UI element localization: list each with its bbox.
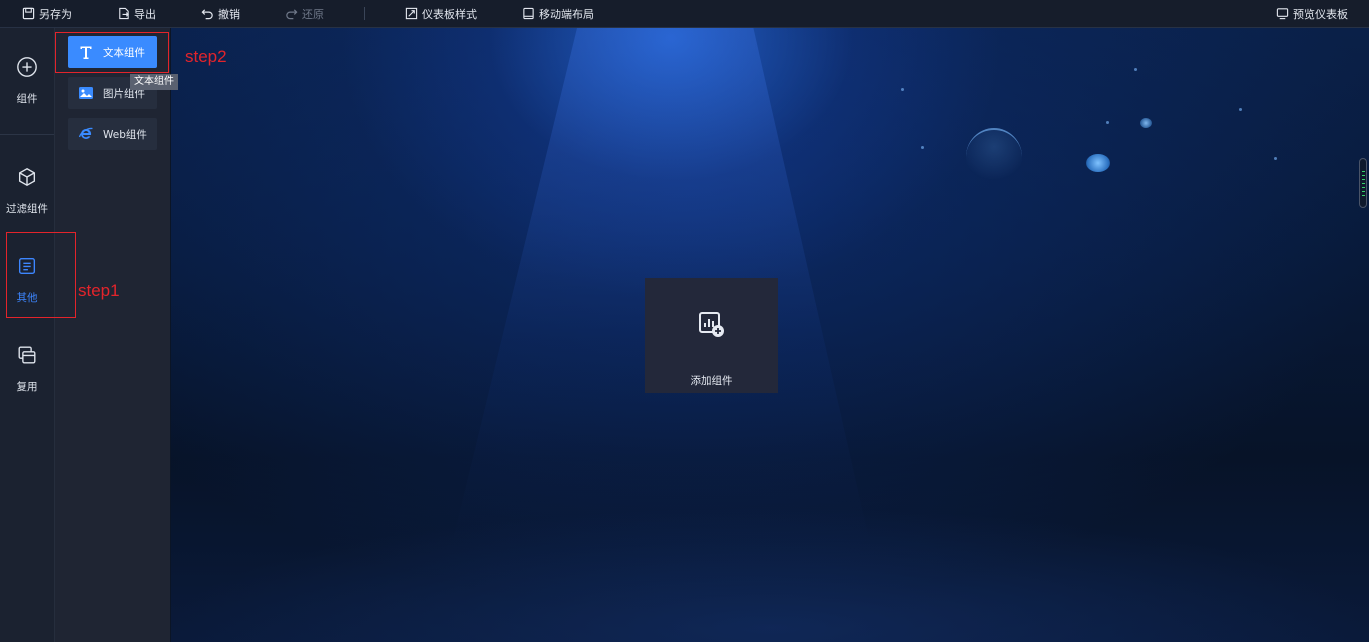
star-dot [1239, 108, 1242, 111]
undo-button[interactable]: 撤销 [201, 0, 240, 27]
rail-divider [0, 134, 54, 135]
mobile-layout-button[interactable]: 移动端布局 [522, 0, 594, 27]
monitor-icon [1276, 8, 1289, 20]
layers-icon [18, 346, 36, 364]
cube-icon [18, 167, 36, 187]
star-dot [1134, 68, 1137, 71]
left-rail: 组件 过滤组件 其他 复用 [0, 28, 55, 642]
dashboard-style-label: 仪表板样式 [422, 7, 477, 21]
save-as-button[interactable]: 另存为 [22, 0, 72, 27]
web-browser-icon [78, 126, 94, 142]
web-component-label: Web组件 [103, 128, 147, 141]
rail-label-filter-components: 过滤组件 [6, 203, 48, 215]
step1-highlight-box [6, 232, 76, 318]
image-icon [78, 85, 94, 101]
star-dot [1274, 157, 1277, 160]
star-dot [921, 146, 924, 149]
mobile-layout-label: 移动端布局 [539, 7, 594, 21]
step2-annotation: step2 [185, 47, 227, 66]
save-as-label: 另存为 [39, 7, 72, 21]
top-toolbar: 另存为 导出 撤销 还原 仪表板样式 移动端布局 预览仪表板 [0, 0, 1369, 28]
export-button[interactable]: 导出 [117, 0, 156, 27]
rail-label-components: 组件 [16, 93, 38, 105]
save-icon [22, 7, 35, 20]
step1-annotation: step1 [78, 281, 120, 300]
dashboard-canvas[interactable]: 添加组件 [171, 28, 1369, 642]
export-icon [119, 7, 129, 20]
undo-icon [201, 9, 213, 20]
canvas-scroll-handle[interactable] [1359, 158, 1367, 208]
star-dot [1106, 121, 1109, 124]
redo-icon [286, 9, 298, 20]
web-component-button[interactable]: Web组件 [68, 118, 157, 150]
text-component-tooltip: 文本组件 [130, 74, 178, 90]
preview-dashboard-button[interactable]: 预览仪表板 [1276, 0, 1348, 27]
component-panel: 文本组件 图片组件 Web组件 [55, 28, 170, 642]
planet-decoration [966, 128, 1022, 186]
glow-orb-large [1086, 154, 1110, 172]
redo-label: 还原 [302, 7, 324, 21]
export-label: 导出 [134, 7, 156, 21]
add-chart-icon [698, 312, 724, 337]
undo-label: 撤销 [218, 7, 240, 21]
glow-orb-small [1140, 118, 1152, 128]
add-component-label: 添加组件 [690, 375, 733, 387]
add-component-card[interactable]: 添加组件 [645, 278, 778, 393]
toolbar-divider [364, 7, 365, 20]
rail-item-components[interactable]: 组件 [0, 56, 54, 106]
dashboard-style-button[interactable]: 仪表板样式 [405, 0, 477, 27]
dashboard-style-icon [405, 7, 418, 20]
mobile-layout-icon [523, 7, 534, 20]
star-dot [901, 88, 904, 91]
add-circle-icon [17, 57, 37, 77]
rail-item-reuse[interactable]: 复用 [0, 344, 54, 394]
preview-dashboard-label: 预览仪表板 [1293, 7, 1348, 21]
step2-highlight-box [55, 32, 169, 73]
rail-label-reuse: 复用 [16, 381, 38, 393]
rail-item-filter-components[interactable]: 过滤组件 [0, 166, 54, 216]
redo-button[interactable]: 还原 [285, 0, 324, 27]
